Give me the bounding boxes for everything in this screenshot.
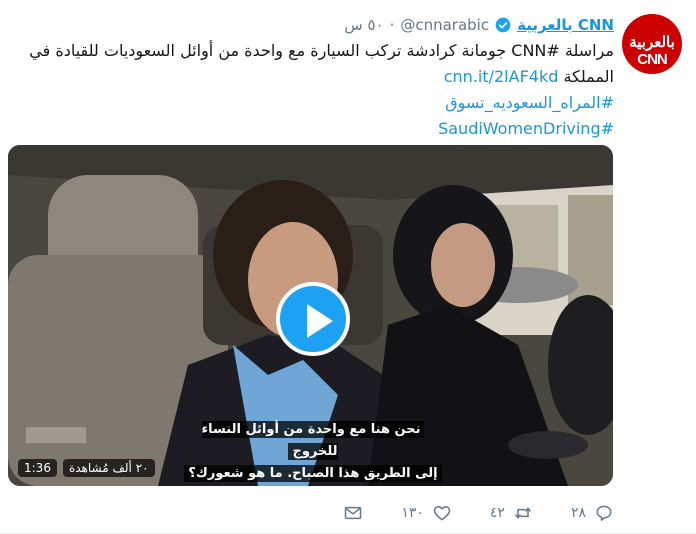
tweet-link[interactable]: cnn.it/2lAF4kd <box>444 67 559 86</box>
like-button[interactable]: ١٣٠ <box>401 503 452 523</box>
reply-count: ٢٨ <box>570 505 586 521</box>
reply-button[interactable]: ٢٨ <box>571 503 614 523</box>
avatar-logo-text: بالعربية CNN <box>629 34 676 68</box>
heart-icon <box>433 506 451 521</box>
tweet-card[interactable]: بالعربية CNN CNN بالعربية @cnnarabic · ٥… <box>0 0 696 534</box>
subtitle-line-2: إلى الطريق هذا الصباح. ما هو شعورك؟ <box>184 465 442 482</box>
subtitle-line-1: نحن هنا مع واحدة من أوائل النساء للخروج <box>201 421 425 460</box>
envelope-icon <box>345 506 362 520</box>
like-count: ١٣٠ <box>401 505 424 521</box>
separator-dot: · <box>389 16 395 34</box>
tweet-text-line-1: مراسلة #CNN جومانة كرادشة تركب السيارة م… <box>29 41 614 60</box>
verified-badge-icon <box>495 17 511 33</box>
play-button[interactable] <box>276 282 350 356</box>
retweet-button[interactable]: ٤٢ <box>490 503 533 523</box>
tweet-text-line-2-text: المملكة <box>558 67 614 86</box>
tweet-text-line-2: المملكة cnn.it/2lAF4kd <box>14 64 614 90</box>
video-duration: 1:36 <box>18 459 57 477</box>
video-subtitles: نحن هنا مع واحدة من أوائل النساء للخروج … <box>178 419 448 485</box>
avatar[interactable]: بالعربية CNN <box>622 14 682 74</box>
hashtag-arabic[interactable]: #المراه_السعوديه_تسوق <box>14 90 614 116</box>
retweet-icon <box>514 507 532 519</box>
tweet-header: CNN بالعربية @cnnarabic · ٥٠ س <box>344 14 614 36</box>
timestamp[interactable]: ٥٠ س <box>344 16 383 34</box>
direct-message-button[interactable] <box>343 503 363 523</box>
video-view-count: ٢٠ ألف مُشاهدة <box>62 459 155 477</box>
handle[interactable]: @cnnarabic <box>400 16 489 34</box>
hashtag-saudiwomendriving[interactable]: #SaudiWomenDriving <box>14 116 614 142</box>
video-player[interactable]: نحن هنا مع واحدة من أوائل النساء للخروج … <box>8 145 613 486</box>
display-name[interactable]: CNN بالعربية <box>517 16 614 34</box>
reply-icon <box>596 505 612 521</box>
tweet-actions: ٢٨ ٤٢ ١٣٠ <box>290 500 614 526</box>
tweet-text: مراسلة #CNN جومانة كرادشة تركب السيارة م… <box>14 38 614 142</box>
retweet-count: ٤٢ <box>489 505 505 521</box>
play-icon <box>307 304 333 338</box>
video-meta: 1:36 ٢٠ ألف مُشاهدة <box>18 457 155 479</box>
